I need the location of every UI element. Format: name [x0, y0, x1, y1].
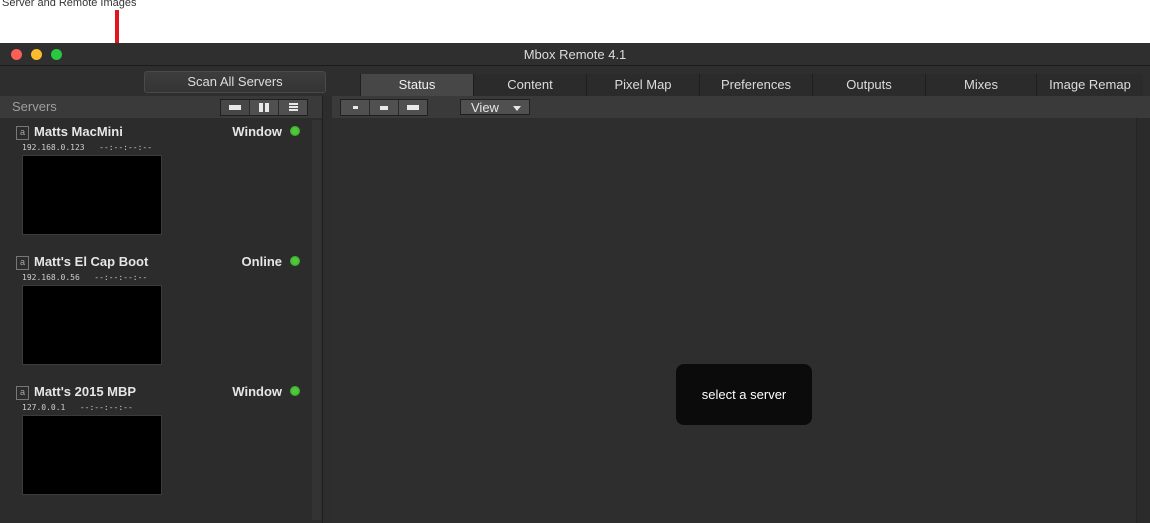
view-grid-button[interactable] — [249, 100, 278, 115]
chevron-down-icon — [513, 106, 521, 111]
main-panel-toolbar: View — [332, 96, 1150, 118]
sidebar-view-mode-control — [220, 99, 308, 116]
scan-all-servers-button[interactable]: Scan All Servers — [144, 71, 326, 93]
tab-outputs[interactable]: Outputs — [812, 74, 925, 96]
server-status: Online — [241, 254, 282, 269]
server-address: 192.168.0.56 --:--:--:-- — [22, 273, 147, 282]
status-indicator-icon — [290, 256, 300, 266]
large-thumbnail-icon — [229, 105, 241, 110]
tab-preferences[interactable]: Preferences — [699, 74, 812, 96]
main-panel: View select a server — [332, 96, 1150, 523]
server-thumbnail[interactable] — [22, 415, 162, 495]
server-item-matts-macmini[interactable]: a Matts MacMini Window 192.168.0.123 --:… — [10, 123, 310, 251]
select-server-message: select a server — [676, 364, 812, 425]
server-timecode: --:--:--:-- — [99, 143, 153, 152]
thumbnail-size-control — [340, 99, 428, 116]
server-status: Window — [232, 124, 282, 139]
title-bar: Mbox Remote 4.1 — [0, 43, 1150, 66]
view-dropdown[interactable]: View — [460, 99, 530, 115]
server-ip: 192.168.0.56 — [22, 273, 80, 282]
server-icon: a — [16, 386, 29, 400]
server-item-matts-el-cap-boot[interactable]: a Matt's El Cap Boot Online 192.168.0.56… — [10, 253, 310, 381]
server-thumbnail[interactable] — [22, 285, 162, 365]
size-small-button[interactable] — [341, 100, 369, 115]
server-address: 192.168.0.123 --:--:--:-- — [22, 143, 152, 152]
size-medium-icon — [380, 105, 388, 110]
server-status: Window — [232, 384, 282, 399]
grid-icon — [259, 103, 269, 112]
tab-pixel-map[interactable]: Pixel Map — [586, 74, 699, 96]
size-medium-button[interactable] — [369, 100, 398, 115]
view-dropdown-label: View — [471, 100, 499, 115]
servers-header: Servers — [0, 96, 322, 118]
server-icon: a — [16, 126, 29, 140]
server-ip: 127.0.0.1 — [22, 403, 66, 412]
view-large-thumbnails-button[interactable] — [221, 100, 249, 115]
server-name: Matt's El Cap Boot — [34, 254, 149, 269]
servers-title: Servers — [12, 99, 57, 114]
status-indicator-icon — [290, 386, 300, 396]
server-icon: a — [16, 256, 29, 270]
app-window: Mbox Remote 4.1 Scan All Servers Status … — [0, 43, 1150, 523]
size-large-button[interactable] — [398, 100, 427, 115]
size-large-icon — [407, 105, 419, 110]
server-name: Matts MacMini — [34, 124, 123, 139]
server-timecode: --:--:--:-- — [94, 273, 148, 282]
window-title: Mbox Remote 4.1 — [523, 47, 627, 62]
tab-content[interactable]: Content — [473, 74, 586, 96]
server-timecode: --:--:--:-- — [79, 403, 133, 412]
view-list-button[interactable] — [278, 100, 307, 115]
sidebar-scrollbar[interactable] — [312, 120, 321, 520]
servers-sidebar: Servers a Matts MacMini Window 192.168.0… — [0, 96, 323, 523]
tab-image-remap[interactable]: Image Remap — [1036, 74, 1143, 96]
tab-mixes[interactable]: Mixes — [925, 74, 1036, 96]
tab-bar: Status Content Pixel Map Preferences Out… — [360, 74, 1143, 96]
server-thumbnail[interactable] — [22, 155, 162, 235]
size-small-icon — [352, 106, 358, 109]
main-scrollbar[interactable] — [1136, 118, 1150, 523]
status-indicator-icon — [290, 126, 300, 136]
main-toolbar: Scan All Servers Status Content Pixel Ma… — [0, 66, 1150, 96]
tab-status[interactable]: Status — [360, 74, 473, 96]
annotation-caption: Server and Remote Images — [2, 0, 137, 9]
server-address: 127.0.0.1 --:--:--:-- — [22, 403, 133, 412]
server-name: Matt's 2015 MBP — [34, 384, 137, 399]
server-item-matts-2015-mbp[interactable]: a Matt's 2015 MBP Window 127.0.0.1 --:--… — [10, 383, 310, 511]
list-icon — [288, 103, 298, 112]
server-ip: 192.168.0.123 — [22, 143, 85, 152]
